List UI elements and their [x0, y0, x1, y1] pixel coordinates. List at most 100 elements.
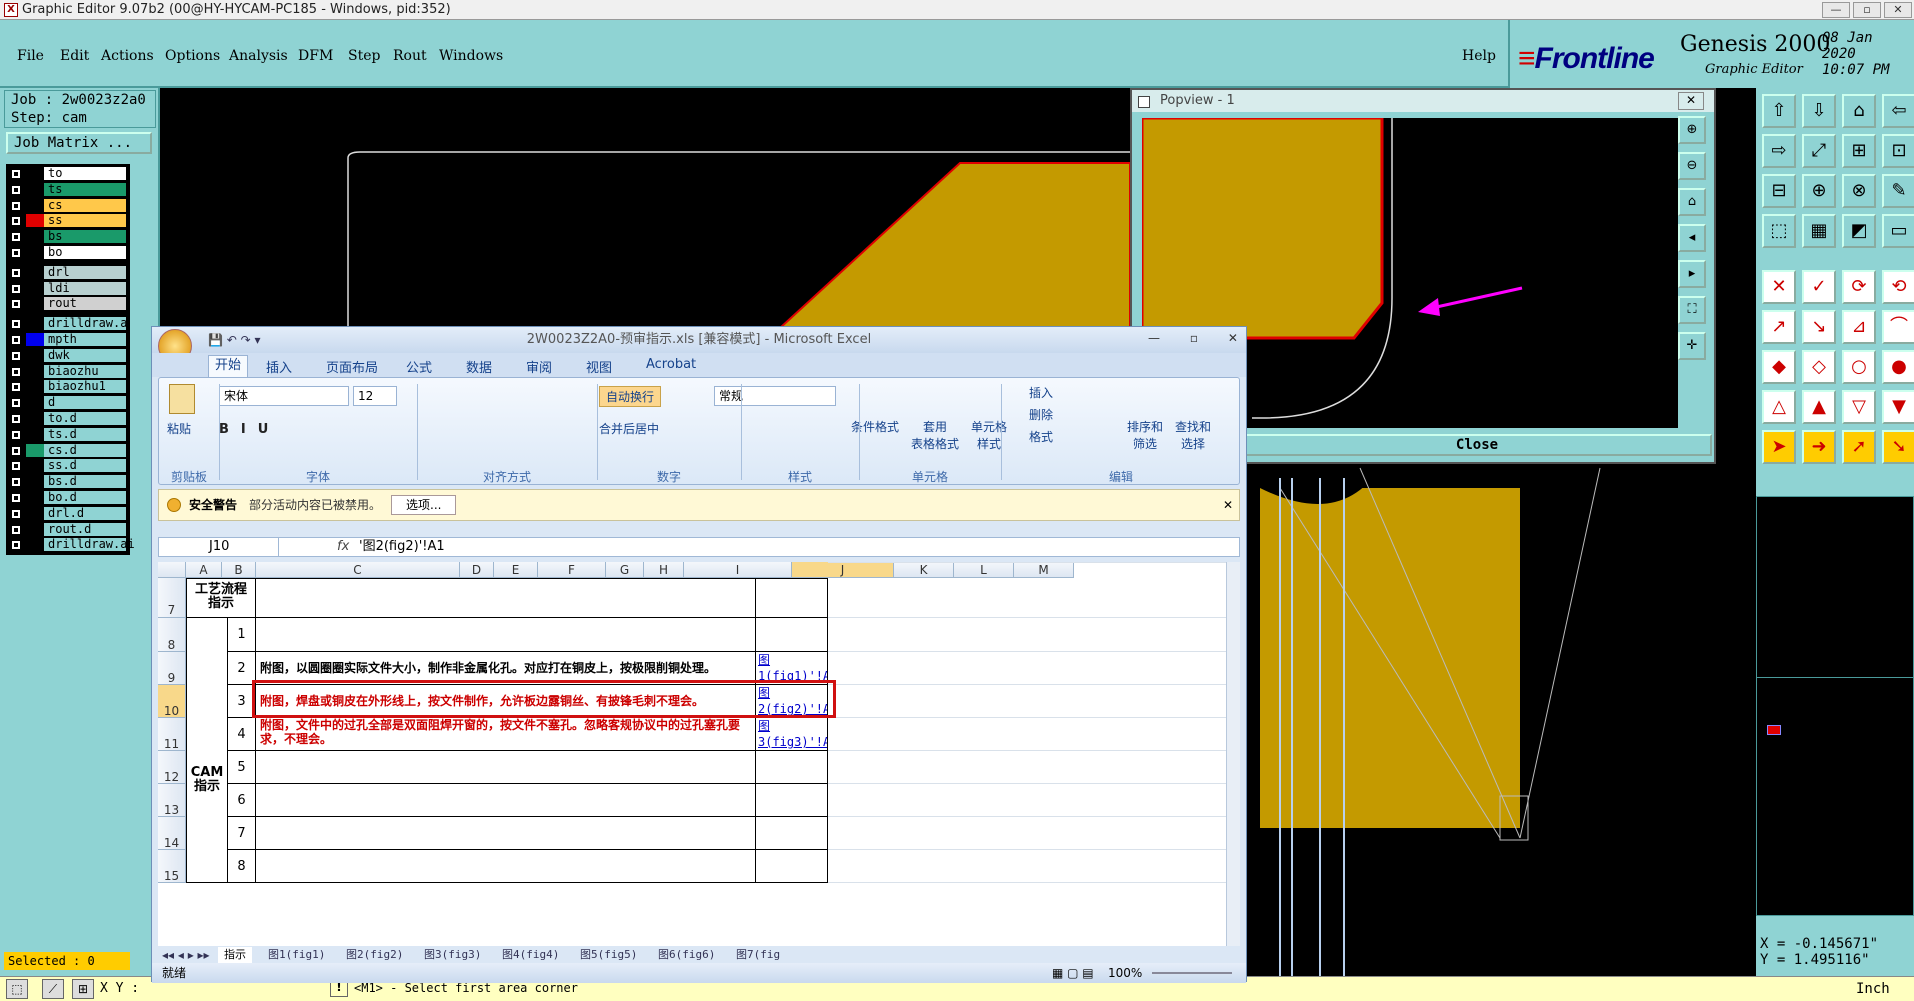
- maximize-button[interactable]: ▫: [1853, 2, 1881, 18]
- layer-checkbox[interactable]: [11, 350, 21, 361]
- layer-checkbox[interactable]: [11, 413, 21, 424]
- measure-tool-icon[interactable]: ⟋: [42, 979, 64, 999]
- item-text-cell[interactable]: [256, 817, 756, 850]
- pan-left-icon[interactable]: ◂: [1678, 224, 1706, 252]
- layer-checkbox[interactable]: [11, 366, 21, 377]
- layer-name[interactable]: bs: [44, 230, 126, 244]
- column-header[interactable]: G: [606, 562, 644, 578]
- layer-checkbox[interactable]: [11, 299, 21, 310]
- menu-step[interactable]: Step: [348, 48, 380, 64]
- row-header[interactable]: 11: [158, 718, 186, 751]
- tool-4-icon[interactable]: ⇦: [1882, 94, 1914, 128]
- layer-row[interactable]: biaozhu: [6, 364, 130, 380]
- ribbon-tab[interactable]: 公式: [406, 357, 432, 376]
- tool-31-icon[interactable]: ▽: [1842, 390, 1876, 424]
- sheet-tab[interactable]: 图4(fig4): [496, 947, 565, 963]
- menu-help[interactable]: Help: [1462, 48, 1496, 64]
- menu-file[interactable]: File: [17, 48, 44, 64]
- excel-window-controls[interactable]: — ▫ ✕: [1148, 331, 1238, 345]
- layer-row[interactable]: ss.d: [6, 458, 130, 474]
- tool-6-icon[interactable]: ⤢: [1802, 134, 1836, 168]
- column-header[interactable]: A: [186, 562, 222, 578]
- layer-row[interactable]: bs.d: [6, 474, 130, 490]
- layer-name[interactable]: to.d: [44, 411, 126, 425]
- font-style-buttons[interactable]: BIU: [219, 422, 419, 442]
- item-link-cell[interactable]: [756, 850, 828, 883]
- layer-row[interactable]: drl.d: [6, 506, 130, 522]
- menu-analysis[interactable]: Analysis: [229, 48, 288, 64]
- tool-28-icon[interactable]: ●: [1882, 350, 1914, 384]
- tool-36-icon[interactable]: ➘: [1882, 430, 1914, 464]
- ribbon-tab[interactable]: Acrobat: [646, 357, 696, 372]
- popview-close-button[interactable]: Close: [1242, 434, 1712, 456]
- layer-name[interactable]: cs.d: [44, 443, 126, 457]
- item-number-cell[interactable]: 8: [228, 850, 256, 883]
- select-tool-icon[interactable]: ⬚: [6, 979, 28, 999]
- layer-name[interactable]: drl.d: [44, 506, 126, 520]
- item-number-cell[interactable]: 7: [228, 817, 256, 850]
- item-number-cell[interactable]: 4: [228, 718, 256, 751]
- home-icon[interactable]: ⌂: [1678, 188, 1706, 216]
- tool-14-icon[interactable]: ▦: [1802, 214, 1836, 248]
- menu-options[interactable]: Options: [165, 48, 220, 64]
- sheet-tab[interactable]: 指示: [218, 947, 252, 963]
- row-header[interactable]: 8: [158, 618, 186, 652]
- layer-checkbox[interactable]: [11, 283, 21, 294]
- item-number-cell[interactable]: 6: [228, 784, 256, 817]
- paste-icon[interactable]: [169, 384, 195, 414]
- ribbon-tab[interactable]: 审阅: [526, 357, 552, 376]
- layer-checkbox[interactable]: [11, 232, 21, 243]
- tool-8-icon[interactable]: ⊡: [1882, 134, 1914, 168]
- layer-name[interactable]: ss: [44, 214, 126, 228]
- ribbon-tab[interactable]: 插入: [266, 357, 292, 376]
- layer-name[interactable]: cs: [44, 198, 126, 212]
- item-text-cell[interactable]: [256, 618, 756, 652]
- layer-row[interactable]: biaozhu1: [6, 379, 130, 395]
- layer-row[interactable]: ldi: [6, 281, 130, 297]
- tool-20-icon[interactable]: ⟲: [1882, 270, 1914, 304]
- layer-name[interactable]: rout: [44, 297, 126, 311]
- layer-name[interactable]: drl: [44, 265, 126, 279]
- sheet-tab[interactable]: 图5(fig5): [574, 947, 643, 963]
- layer-checkbox[interactable]: [11, 216, 21, 227]
- layer-checkbox[interactable]: [11, 267, 21, 278]
- layer-row[interactable]: ts: [6, 182, 130, 198]
- tool-35-icon[interactable]: ➚: [1842, 430, 1876, 464]
- popview-close-icon[interactable]: ✕: [1678, 92, 1704, 110]
- column-header[interactable]: L: [954, 562, 1014, 578]
- sheet-tab[interactable]: 图3(fig3): [418, 947, 487, 963]
- item-link-cell[interactable]: [756, 618, 828, 652]
- layer-name[interactable]: to: [44, 167, 126, 180]
- item-text-cell[interactable]: [256, 784, 756, 817]
- tool-34-icon[interactable]: ➜: [1802, 430, 1836, 464]
- layer-checkbox[interactable]: [11, 169, 21, 179]
- tool-32-icon[interactable]: ▼: [1882, 390, 1914, 424]
- layer-name[interactable]: ss.d: [44, 459, 126, 473]
- menu-actions[interactable]: Actions: [101, 48, 154, 64]
- ribbon-tab[interactable]: 视图: [586, 357, 612, 376]
- tool-27-icon[interactable]: ○: [1842, 350, 1876, 384]
- tool-10-icon[interactable]: ⊕: [1802, 174, 1836, 208]
- layer-row[interactable]: ts.d: [6, 427, 130, 443]
- layer-name[interactable]: bs.d: [44, 475, 126, 489]
- zoom-out-icon[interactable]: ⊖: [1678, 152, 1706, 180]
- insert-cells-button[interactable]: 插入: [1029, 384, 1053, 401]
- item-text-cell[interactable]: 附图，文件中的过孔全部是双面阻焊开窗的，按文件不塞孔。忽略客规协议中的过孔塞孔要…: [256, 718, 756, 751]
- fx-icon[interactable]: fx: [337, 538, 349, 556]
- tool-33-icon[interactable]: ➤: [1762, 430, 1796, 464]
- formula-input[interactable]: '图2(fig2)'!A1: [359, 538, 445, 556]
- tool-29-icon[interactable]: △: [1762, 390, 1796, 424]
- layer-checkbox[interactable]: [11, 200, 21, 211]
- layer-checkbox[interactable]: [11, 382, 21, 393]
- center-icon[interactable]: ✛: [1678, 332, 1706, 360]
- layer-checkbox[interactable]: [11, 508, 21, 519]
- row-header[interactable]: 15: [158, 850, 186, 883]
- column-header[interactable]: B: [222, 562, 256, 578]
- sort-filter-button[interactable]: 排序和 筛选: [1127, 418, 1163, 452]
- layer-row[interactable]: rout: [6, 296, 130, 312]
- row-header[interactable]: 9: [158, 652, 186, 685]
- font-name-select[interactable]: 宋体: [219, 386, 349, 406]
- layer-checkbox[interactable]: [11, 492, 21, 503]
- layer-checkbox[interactable]: [11, 461, 21, 472]
- item-text-cell[interactable]: [256, 751, 756, 784]
